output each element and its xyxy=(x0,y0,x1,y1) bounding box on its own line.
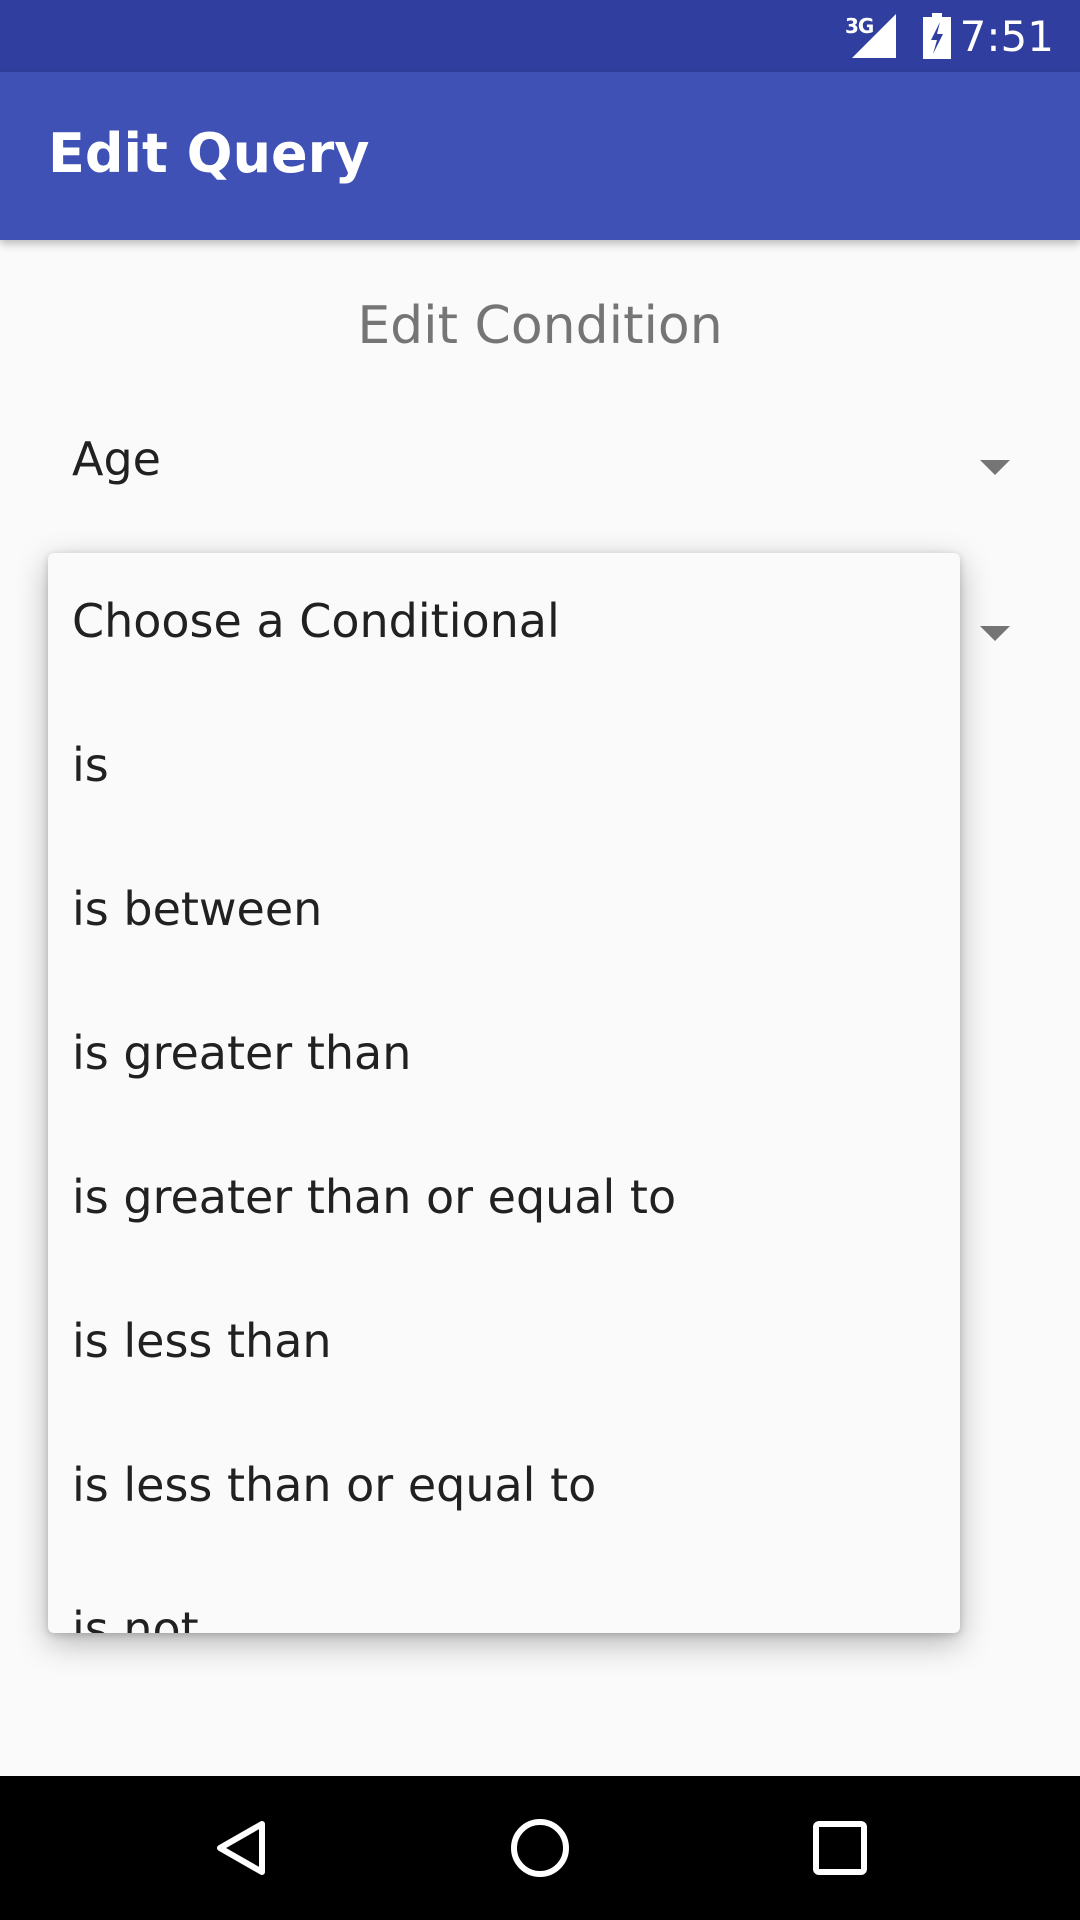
dropdown-arrow-icon xyxy=(980,626,1010,641)
recents-icon[interactable] xyxy=(812,1820,868,1876)
field-spinner-value: Age xyxy=(72,432,161,486)
dropdown-option[interactable]: is less than or equal to xyxy=(72,1413,932,1557)
dropdown-option[interactable]: is greater than or equal to xyxy=(72,1125,932,1269)
dropdown-option[interactable]: is greater than xyxy=(72,981,932,1125)
battery-charging-icon xyxy=(923,13,951,59)
dropdown-option[interactable]: is not xyxy=(72,1557,932,1633)
signal-icon xyxy=(852,14,896,58)
section-title: Edit Condition xyxy=(357,296,723,356)
home-icon[interactable] xyxy=(509,1817,571,1879)
screen: 3G 7:51 Edit Query Edit Condition Age Ch… xyxy=(0,0,1080,1920)
status-bar: 3G 7:51 xyxy=(0,0,1080,72)
back-icon[interactable] xyxy=(212,1818,272,1878)
dropdown-option[interactable]: is between xyxy=(72,837,932,981)
dropdown-option[interactable]: Choose a Conditional xyxy=(72,553,932,693)
navigation-bar xyxy=(0,1776,1080,1920)
dropdown-option[interactable]: is xyxy=(72,693,932,837)
dropdown-option[interactable]: is less than xyxy=(72,1269,932,1413)
app-bar: Edit Query xyxy=(0,72,1080,240)
status-clock: 7:51 xyxy=(959,12,1054,61)
page-title: Edit Query xyxy=(48,122,370,185)
field-spinner[interactable]: Age xyxy=(72,432,1022,522)
conditional-dropdown-list[interactable]: Choose a Conditional is is between is gr… xyxy=(48,553,960,1633)
dropdown-arrow-icon xyxy=(980,460,1010,475)
